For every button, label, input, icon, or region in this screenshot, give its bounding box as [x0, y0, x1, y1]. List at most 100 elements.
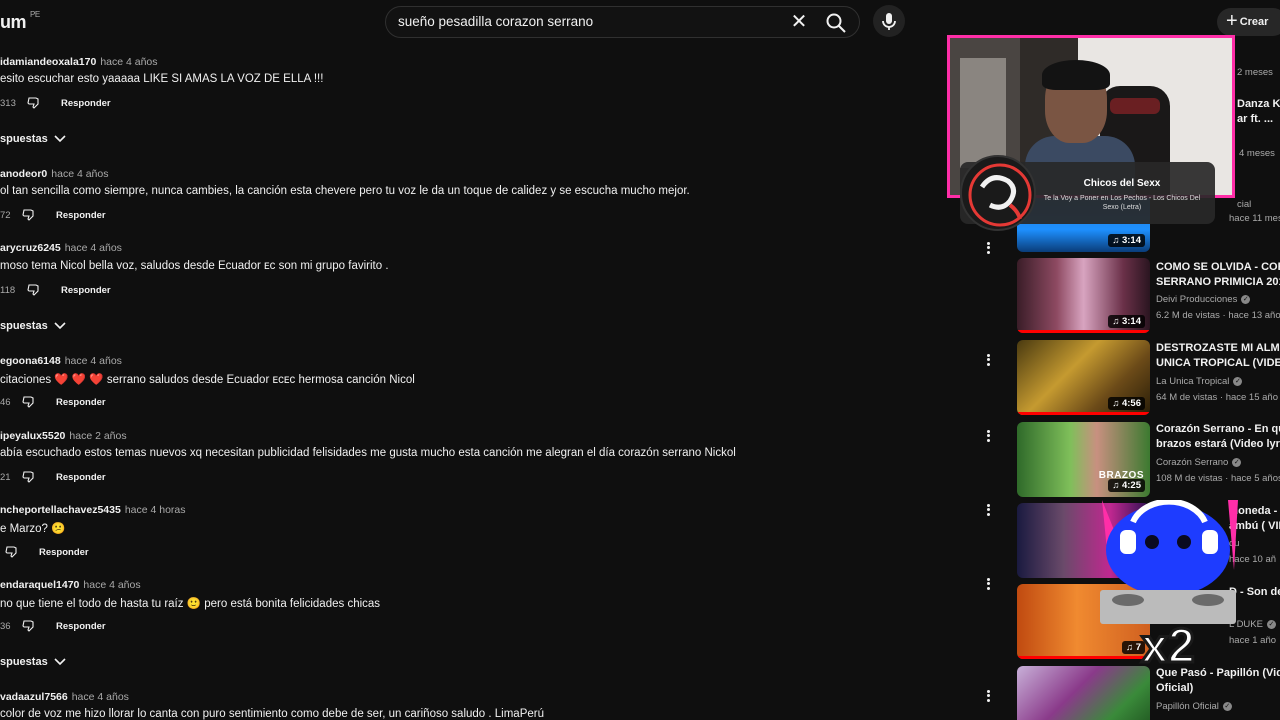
mic-icon — [882, 13, 896, 30]
reply-button[interactable]: Responder — [56, 397, 106, 408]
comment-author[interactable]: arycruz6245 hace 4 años — [0, 242, 122, 254]
video-meta: 6.2 M de vistas · hace 13 año — [1156, 310, 1280, 321]
chevron-down-icon — [54, 322, 66, 330]
comment-text: esito escuchar esto yaaaaa LIKE SI AMAS … — [0, 73, 324, 85]
more-options-icon[interactable] — [982, 688, 994, 704]
video-duration: ♫ 3:14 — [1108, 315, 1145, 328]
comment-text: ol tan sencilla como siempre, nunca camb… — [0, 185, 690, 197]
chevron-down-icon — [54, 135, 66, 143]
clear-search-icon[interactable]: ✕ — [788, 11, 810, 33]
verified-icon: ✓ — [1266, 619, 1276, 629]
comment-text: citaciones ❤️ ❤️ ❤️ serrano saludos desd… — [0, 374, 415, 386]
logo-region: PE — [30, 10, 40, 19]
comment-author[interactable]: egoona6148 hace 4 años — [0, 355, 122, 367]
video-meta: 64 M de vistas · hace 15 año — [1156, 392, 1278, 403]
comment-text: color de voz me hizo llorar lo canta con… — [0, 708, 544, 720]
video-meta: 4 meses — [1239, 148, 1275, 159]
more-options-icon[interactable] — [982, 352, 994, 368]
create-label: Crear — [1239, 16, 1269, 28]
verified-icon: ✓ — [1233, 376, 1243, 386]
video-duration: ♫ 3:14 — [1108, 234, 1145, 247]
video-channel[interactable]: Deivi Producciones ✓ — [1156, 294, 1251, 305]
dislike-icon[interactable] — [5, 545, 19, 559]
video-meta: hace 11 mes — [1229, 213, 1280, 224]
reply-button[interactable]: Responder — [56, 210, 106, 221]
like-count: 36 — [0, 621, 11, 632]
dislike-icon[interactable] — [22, 208, 36, 222]
replies-toggle[interactable]: spuestas — [0, 133, 66, 145]
replies-toggle[interactable]: spuestas — [0, 320, 66, 332]
logo-text: um — [0, 12, 27, 32]
video-thumbnail[interactable] — [1017, 666, 1150, 720]
dislike-icon[interactable] — [22, 619, 36, 633]
search-icon[interactable] — [824, 11, 848, 35]
comment-time: hace 4 años — [100, 56, 158, 68]
heart-emoji-icon: ❤️ ❤️ ❤️ — [54, 374, 104, 386]
overlay-subtitle: Te la Voy a Poner en Los Pechos - Los Ch… — [1043, 195, 1201, 211]
comment-time: hace 2 años — [69, 430, 127, 442]
comment-text: abía escuchado estos temas nuevos xq nec… — [0, 447, 736, 459]
search-input[interactable]: sueño pesadilla corazon serrano — [398, 14, 593, 29]
like-count: 72 — [0, 210, 11, 221]
comment-author[interactable]: ncheportellachavez5435 hace 4 horas — [0, 504, 186, 516]
reply-button[interactable]: Responder — [61, 98, 111, 109]
comment-author[interactable]: idamiandeoxala170 hace 4 años — [0, 56, 158, 68]
comment-time: hace 4 horas — [124, 504, 186, 516]
like-count: 21 — [0, 472, 11, 483]
video-channel[interactable]: Papillón Oficial ✓ — [1156, 701, 1232, 712]
reply-button[interactable]: Responder — [56, 621, 106, 632]
video-thumbnail[interactable]: BRAZOS ♫ 4:25 — [1017, 422, 1150, 497]
search-box[interactable]: sueño pesadilla corazon serrano ✕ — [385, 6, 860, 38]
dislike-icon[interactable] — [27, 96, 41, 110]
video-thumbnail[interactable]: ♫ 4:56 — [1017, 340, 1150, 415]
video-channel[interactable]: Corazón Serrano ✓ — [1156, 457, 1242, 468]
video-duration: ♫ 4:25 — [1108, 479, 1145, 492]
comment-time: hace 4 años — [71, 691, 129, 703]
video-duration: ♫ 4:56 — [1108, 397, 1145, 410]
reply-button[interactable]: Responder — [56, 472, 106, 483]
sticker-text: x2 — [1141, 620, 1194, 670]
comment-text: no que tiene el todo de hasta tu raíz 🙂 … — [0, 598, 381, 610]
like-count: 118 — [0, 285, 16, 296]
band-logo-icon — [960, 155, 1036, 231]
video-meta: 108 M de vistas · hace 5 años — [1156, 473, 1280, 484]
comment-time: hace 4 años — [64, 355, 122, 367]
more-options-icon[interactable] — [982, 428, 994, 444]
chevron-down-icon — [54, 658, 66, 666]
more-options-icon[interactable] — [982, 576, 994, 592]
video-title[interactable]: Corazón Serrano - En qué brazos estará (… — [1156, 422, 1280, 452]
reply-button[interactable]: Responder — [39, 547, 89, 558]
voice-search-button[interactable] — [873, 5, 905, 37]
comment-time: hace 4 años — [83, 579, 141, 591]
video-channel[interactable]: La Unica Tropical ✓ — [1156, 376, 1243, 387]
comment-author[interactable]: ipeyalux5520 hace 2 años — [0, 430, 127, 442]
more-options-icon[interactable] — [982, 502, 994, 518]
youtube-logo[interactable]: um PE — [0, 10, 40, 33]
emoji-icon: 🙂 — [186, 598, 202, 610]
dislike-icon[interactable] — [22, 395, 36, 409]
verified-icon: ✓ — [1241, 294, 1251, 304]
watch-progress — [1017, 330, 1150, 333]
reply-button[interactable]: Responder — [61, 285, 111, 296]
comment-author[interactable]: vadaazul7566 hace 4 años — [0, 691, 129, 703]
video-thumbnail[interactable]: ♫ 3:14 — [1017, 258, 1150, 333]
comment-time: hace 4 años — [64, 242, 122, 254]
comment-author[interactable]: anodeor0 hace 4 años — [0, 168, 108, 180]
more-options-icon[interactable] — [982, 240, 994, 256]
overlay-title: Chicos del Sexx — [1083, 178, 1161, 189]
dislike-icon[interactable] — [22, 470, 36, 484]
video-title[interactable]: Que Pasó - Papillón (Vide Oficial) — [1156, 666, 1280, 696]
watch-progress — [1017, 412, 1150, 415]
emoji-icon: 😕 — [51, 523, 66, 535]
like-count: 46 — [0, 397, 11, 408]
video-title[interactable]: Danza Ku ar ft. ... — [1237, 97, 1280, 127]
replies-toggle[interactable]: spuestas — [0, 656, 66, 668]
verified-icon: ✓ — [1232, 457, 1242, 467]
dislike-icon[interactable] — [27, 283, 41, 297]
comment-time: hace 4 años — [51, 168, 109, 180]
create-button[interactable]: + Crear — [1217, 8, 1280, 36]
video-title[interactable]: DESTROZASTE MI ALMA UNICA TROPICAL (VIDE… — [1156, 341, 1280, 371]
comment-author[interactable]: endaraquel1470 hace 4 años — [0, 579, 141, 591]
video-title[interactable]: COMO SE OLVIDA - CORA SERRANO PRIMICIA 2… — [1156, 260, 1280, 290]
verified-icon: ✓ — [1222, 701, 1232, 711]
